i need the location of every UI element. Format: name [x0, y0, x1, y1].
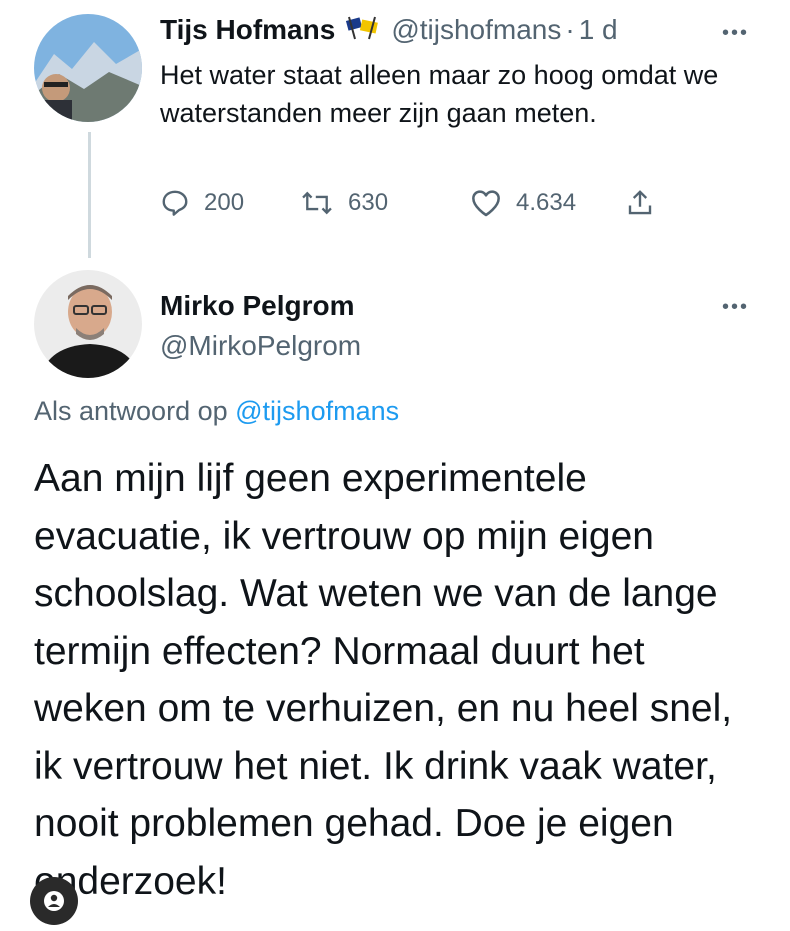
- reply-mention-link[interactable]: @tijshofmans: [235, 396, 399, 426]
- reply-context: Als antwoord op @tijshofmans: [34, 396, 399, 427]
- retweet-icon: [302, 191, 332, 215]
- tweet2-more-icon[interactable]: •••: [722, 296, 749, 319]
- flag-emoji-icon: [345, 15, 381, 46]
- reply-count: 200: [204, 189, 245, 216]
- tweet2-author-name[interactable]: Mirko Pelgrom: [160, 290, 354, 322]
- tweet1-header: Tijs Hofmans @tijshofmans · 1 d: [160, 14, 618, 46]
- tweet1-more-icon[interactable]: •••: [722, 22, 749, 45]
- like-button[interactable]: 4.634: [470, 188, 625, 218]
- share-button[interactable]: [625, 188, 669, 218]
- corner-badge-icon[interactable]: [30, 877, 78, 925]
- retweet-count: 630: [348, 189, 389, 216]
- like-count: 4.634: [516, 189, 577, 216]
- tweet1-timestamp[interactable]: 1 d: [579, 14, 618, 46]
- thread-connector-line: [88, 132, 91, 258]
- tweet2-author-handle[interactable]: @MirkoPelgrom: [160, 330, 361, 362]
- reply-prefix: Als antwoord op: [34, 396, 228, 426]
- share-icon: [628, 190, 652, 215]
- mirko-avatar[interactable]: [34, 270, 142, 378]
- tweet1-actions: 200 630 4.634: [160, 188, 669, 218]
- retweet-button[interactable]: 630: [300, 188, 470, 218]
- tweet1-author-name[interactable]: Tijs Hofmans: [160, 14, 335, 46]
- tweet1-separator: ·: [565, 14, 575, 45]
- tijs-avatar[interactable]: [34, 14, 142, 122]
- tweet2-text: Aan mijn lijf geen experimentele evacuat…: [34, 457, 733, 903]
- tweet1-author-handle[interactable]: @tijshofmans: [391, 14, 561, 46]
- reply-button[interactable]: 200: [160, 188, 300, 218]
- reply-icon: [162, 190, 188, 216]
- like-icon: [472, 190, 500, 217]
- tweet1-text: Het water staat alleen maar zo hoog omda…: [160, 60, 719, 128]
